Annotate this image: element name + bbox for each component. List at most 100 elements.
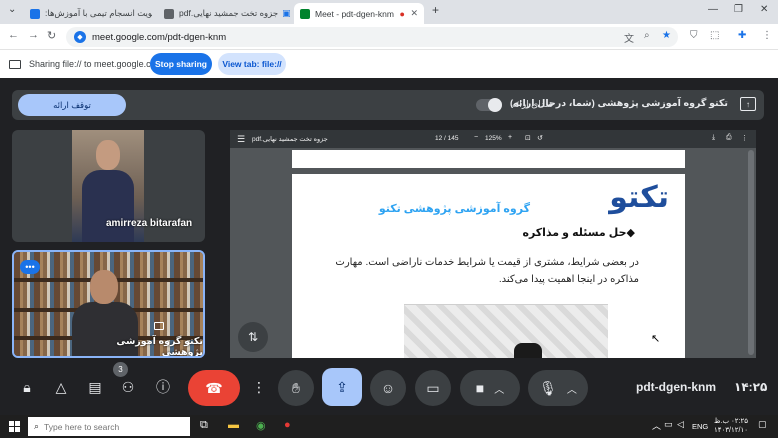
rotate-icon: ↺ [537,135,543,142]
shield-icon[interactable]: ⛉ [690,30,698,41]
zoom-in-icon: + [508,134,513,141]
camera-options-chevron-icon[interactable]: ︿ [494,381,504,396]
emoji-reactions-button[interactable]: ☺ [370,370,406,406]
captions-button[interactable]: ▭ [415,370,451,406]
camera-button[interactable]: ■ ︿ [460,370,520,406]
sharing-infobar: Sharing file:// to meet.google.com Stop … [0,50,778,78]
host-controls-lock-icon[interactable]: 🔒︎ [14,370,40,404]
file-favicon-icon [164,8,174,19]
meeting-code: pdt-dgen-knm [636,380,716,394]
org-name: گروه آموزشی پژوهشی تکتو [378,203,530,215]
file-explorer-icon[interactable]: ▬ [228,419,239,431]
view-tab-button[interactable]: View tab: file:// [218,53,286,75]
clock-time: ۰۲:۲۵ ب.ظ [714,418,748,425]
more-options-icon[interactable]: ••• [20,260,40,274]
presentation-title: تکتو گروه آموزشی پژوهشی (شما، درحال ارائ… [510,98,728,109]
back-icon[interactable]: ← [8,29,19,41]
participant-tile-self[interactable]: ••• تکتو گروه آموزشی پژوهشی [12,250,205,358]
chrome-icon[interactable]: ◉ [256,419,266,432]
chat-icon[interactable]: ▤ [82,370,108,404]
window-close-icon[interactable]: ✕ [760,4,768,15]
shared-pdf-viewer: ☰ جزوه تخت جمشید نهایی.pdf 12 / 145 − 12… [230,130,756,358]
tab-title: Meet - pdt-dgen-knm [315,8,394,19]
extensions-icon[interactable]: ⬚ [710,30,719,41]
pdf-previous-page [292,150,685,168]
end-call-button[interactable]: ☎ [188,370,240,406]
system-clock[interactable]: ۰۲:۲۵ ب.ظ ۱۴۰۳/۱۲/۱۰ [712,417,750,435]
minimize-icon[interactable]: — [708,4,718,15]
presenting-icon [154,322,164,330]
tab-meet[interactable]: Meet - pdt-dgen-knm ● ✕ [294,3,424,24]
notification-icon[interactable]: ▢ [758,419,767,430]
tab-search-icon[interactable]: ⌄ [8,4,16,15]
site-favicon-icon [30,8,40,19]
meeting-clock: ۱۴:۲۵ [734,380,768,394]
pdf-toolbar: ☰ جزوه تخت جمشید نهایی.pdf 12 / 145 − 12… [230,130,756,148]
forward-icon[interactable]: → [28,29,39,41]
participant-head [90,270,118,304]
pdf-page-indicator: 12 / 145 [435,135,459,142]
mic-options-chevron-icon[interactable]: ︿ [567,381,577,396]
search-icon: ⌕ [34,421,40,431]
stop-sharing-button[interactable]: Stop sharing [150,53,212,75]
activities-icon[interactable]: △ [48,370,74,404]
translate-icon[interactable]: 文 [624,30,634,45]
browser-toolbar: ← → ↻ ◆ meet.google.com/pdt-dgen-knm 文 ⌕… [0,24,778,50]
participant-tile-amirreza[interactable]: amirreza bitarafan [12,130,205,242]
share-screen-icon [9,59,21,69]
bookmark-star-icon[interactable]: ★ [662,30,671,41]
recording-dot-icon: ● [399,8,405,19]
reload-icon[interactable]: ↻ [47,29,56,42]
tab-title: تقویت انسجام تیمی با آموزش‌ها: [45,8,152,18]
site-info-icon[interactable]: ◆ [74,31,86,43]
taskbar-search-input[interactable] [44,421,185,432]
microphone-button[interactable]: 🎙︎ ︿ [528,370,588,406]
zoom-out-icon: − [474,134,479,141]
zoom-icon[interactable]: ⌕ [644,30,650,41]
fit-page-icon: ⊡ [525,135,531,142]
participant-body [82,170,134,242]
meet-stage: توقف ارائه صدای ارائه تکتو گروه آموزشی پ… [0,78,778,415]
tab-pdf-file[interactable]: pdf.جزوه تخت جمشید نهایی ▣ ✕ [158,3,290,24]
pdf-scrollbar [748,150,754,355]
taskbar-search[interactable]: ⌕ [28,417,190,436]
input-language[interactable]: ENG [692,422,708,431]
participant-count-badge: 3 [113,362,128,377]
present-now-button[interactable]: ⇪ [322,368,362,406]
clock-date: ۱۴۰۳/۱۲/۱۰ [714,427,748,434]
meet-favicon-icon [300,8,310,19]
windows-taskbar: ⌕ ⧉ ▬ ◉ ● ︿ ▭ ◁ ENG ۰۲:۲۵ ب.ظ ۱۴۰۳/۱۲/۱۰… [0,415,778,438]
participant-name: تکتو گروه آموزشی پژوهشی [116,336,203,358]
screen-share-icon: ▣ [282,8,290,18]
profile-icon[interactable]: ✚ [738,30,746,41]
recorder-app-icon[interactable]: ● [284,419,291,431]
present-screen-icon: ↑ [740,97,756,111]
puzzle-piece [514,343,542,358]
menu-kebab-icon[interactable]: ⋮ [762,30,772,41]
address-bar[interactable]: ◆ meet.google.com/pdt-dgen-knm [66,27,678,47]
reorient-arrows-icon[interactable]: ⇅ [238,322,268,352]
windows-start-icon[interactable] [9,421,20,432]
mouse-cursor-icon: ↖ [651,333,661,345]
presentation-audio-toggle[interactable] [476,98,502,112]
task-view-icon[interactable]: ⧉ [200,419,208,432]
pdf-file-name: جزوه تخت جمشید نهایی.pdf [252,136,328,143]
raise-hand-button[interactable]: ✋︎ [278,370,314,406]
meeting-info-icon[interactable]: ⓘ [150,370,176,404]
tray-chevron-icon[interactable]: ︿ [652,419,661,432]
download-icon: ⤓ [712,134,716,141]
print-icon: ⎙ [726,134,732,141]
more-options-kebab-icon[interactable]: ⋮ [246,370,272,404]
presentation-bar: توقف ارائه صدای ارائه تکتو گروه آموزشی پ… [12,90,764,120]
pause-presentation-button[interactable]: توقف ارائه [18,94,126,116]
volume-icon[interactable]: ◁ [677,419,684,430]
pdf-menu-icon: ☰ [237,134,246,144]
maximize-icon[interactable]: ❐ [734,4,743,15]
new-tab-button[interactable]: + [432,3,439,17]
close-icon[interactable]: ✕ [406,8,418,19]
pdf-more-icon: ⋮ [741,135,748,142]
network-icon[interactable]: ▭ [664,419,673,430]
section-heading: ◆حل مسئله و مذاکره [522,227,635,239]
participant-name: amirreza bitarafan [106,218,193,229]
tab-team-cohesion[interactable]: تقویت انسجام تیمی با آموزش‌ها: ✕ [24,3,152,24]
